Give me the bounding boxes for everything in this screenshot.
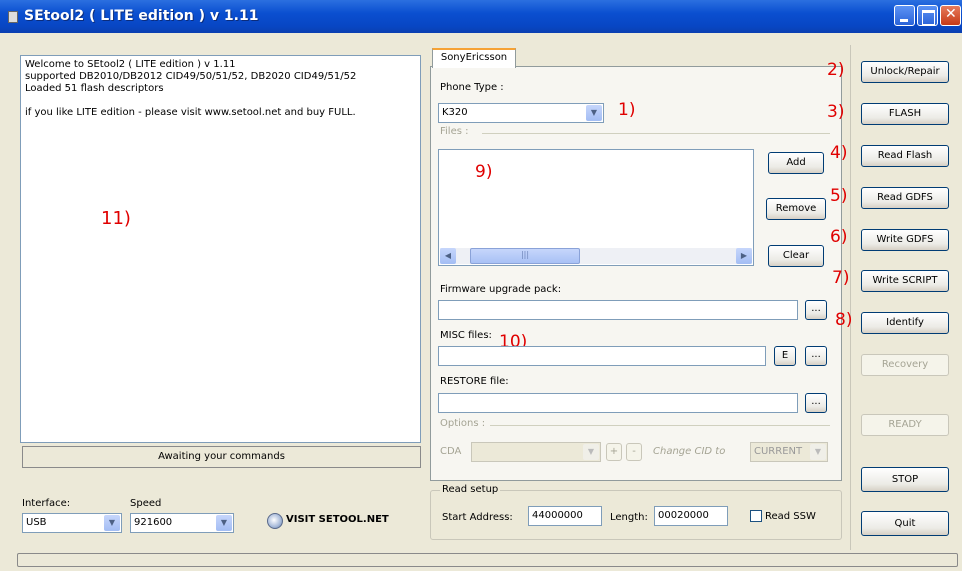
chevron-down-icon: ▼	[216, 515, 232, 531]
misc-input[interactable]	[438, 346, 766, 366]
scroll-right-icon[interactable]: ▶	[736, 248, 752, 264]
chevron-down-icon: ▼	[586, 105, 602, 121]
misc-browse-button[interactable]: ...	[805, 346, 827, 366]
chevron-down-icon: ▼	[810, 444, 826, 460]
annotation-5: 5)	[830, 186, 848, 206]
start-address-input[interactable]: 44000000	[528, 506, 602, 526]
maximize-button[interactable]	[917, 5, 938, 26]
chevron-down-icon: ▼	[583, 444, 599, 460]
options-divider	[490, 425, 830, 426]
interface-select[interactable]: USB ▼	[22, 513, 122, 533]
remove-button[interactable]: Remove	[766, 198, 826, 220]
cda-plus-button[interactable]: +	[606, 443, 622, 461]
files-divider	[482, 133, 830, 134]
tab-sonyericsson[interactable]: SonyEricsson	[432, 48, 516, 68]
annotation-2: 2)	[827, 60, 845, 80]
visit-setool-link[interactable]: VISIT SETOOL.NET	[286, 514, 389, 525]
read-setup-label: Read setup	[440, 484, 501, 495]
write-gdfs-button[interactable]: Write GDFS	[861, 229, 949, 251]
restore-label: RESTORE file:	[440, 376, 509, 387]
window-title: SEtool2 ( LITE edition ) v 1.11	[24, 8, 259, 24]
misc-label: MISC files:	[440, 330, 492, 341]
interface-value: USB	[26, 517, 47, 528]
annotation-11: 11)	[101, 208, 131, 229]
speed-value: 921600	[134, 517, 173, 528]
speed-label: Speed	[130, 498, 162, 509]
files-label: Files :	[440, 126, 469, 137]
read-ssw-label: Read SSW	[765, 511, 816, 522]
quit-button[interactable]: Quit	[861, 511, 949, 536]
annotation-8: 8)	[835, 310, 853, 330]
unlock-repair-button[interactable]: Unlock/Repair	[861, 61, 949, 83]
cda-minus-button[interactable]: -	[626, 443, 642, 461]
scroll-left-icon[interactable]: ◀	[440, 248, 456, 264]
firmware-browse-button[interactable]: ...	[805, 300, 827, 320]
phone-type-label: Phone Type :	[440, 82, 504, 93]
annotation-3: 3)	[827, 102, 845, 122]
setool-window: SEtool2 ( LITE edition ) v 1.11 Welcome …	[0, 0, 962, 571]
annotation-9: 9)	[475, 162, 493, 182]
read-flash-button[interactable]: Read Flash	[861, 145, 949, 167]
minimize-button[interactable]	[894, 5, 915, 26]
read-gdfs-button[interactable]: Read GDFS	[861, 187, 949, 209]
scroll-thumb[interactable]: |||	[470, 248, 580, 264]
clear-button[interactable]: Clear	[768, 245, 824, 267]
close-button[interactable]	[940, 5, 961, 26]
phone-type-select[interactable]: K320 ▼	[438, 103, 604, 123]
cda-label: CDA	[440, 446, 462, 457]
read-ssw-checkbox[interactable]	[750, 510, 762, 522]
identify-button[interactable]: Identify	[861, 312, 949, 334]
restore-browse-button[interactable]: ...	[805, 393, 827, 413]
length-label: Length:	[610, 512, 648, 523]
progress-bar	[17, 553, 958, 567]
change-cid-label: Change CID to	[653, 446, 726, 457]
add-button[interactable]: Add	[768, 152, 824, 174]
cid-value: CURRENT	[754, 446, 803, 457]
chevron-down-icon: ▼	[104, 515, 120, 531]
annotation-4: 4)	[830, 143, 848, 163]
log-output[interactable]: Welcome to SEtool2 ( LITE edition ) v 1.…	[20, 55, 421, 443]
options-label: Options :	[440, 418, 486, 429]
write-script-button[interactable]: Write SCRIPT	[861, 270, 949, 292]
phone-type-value: K320	[442, 107, 468, 118]
title-bar[interactable]: SEtool2 ( LITE edition ) v 1.11	[0, 0, 962, 33]
speed-select[interactable]: 921600 ▼	[130, 513, 234, 533]
tab-panel	[430, 66, 842, 481]
interface-label: Interface:	[22, 498, 71, 509]
length-input[interactable]: 00020000	[654, 506, 728, 526]
start-address-label: Start Address:	[442, 512, 513, 523]
stop-button[interactable]: STOP	[861, 467, 949, 492]
annotation-7: 7)	[832, 268, 850, 288]
flash-button[interactable]: FLASH	[861, 103, 949, 125]
cid-select[interactable]: CURRENT ▼	[750, 442, 828, 462]
recovery-button[interactable]: Recovery	[861, 354, 949, 376]
firmware-label: Firmware upgrade pack:	[440, 284, 562, 295]
status-text: Awaiting your commands	[22, 446, 421, 468]
globe-icon	[267, 513, 283, 529]
horizontal-scrollbar[interactable]: ◀ ||| ▶	[440, 248, 752, 264]
annotation-1: 1)	[618, 100, 636, 120]
misc-e-button[interactable]: E	[774, 346, 796, 366]
annotation-6: 6)	[830, 227, 848, 247]
restore-input[interactable]	[438, 393, 798, 413]
column-divider	[850, 45, 851, 550]
cda-select[interactable]: ▼	[471, 442, 601, 462]
ready-button[interactable]: READY	[861, 414, 949, 436]
app-icon	[8, 11, 18, 23]
firmware-input[interactable]	[438, 300, 798, 320]
